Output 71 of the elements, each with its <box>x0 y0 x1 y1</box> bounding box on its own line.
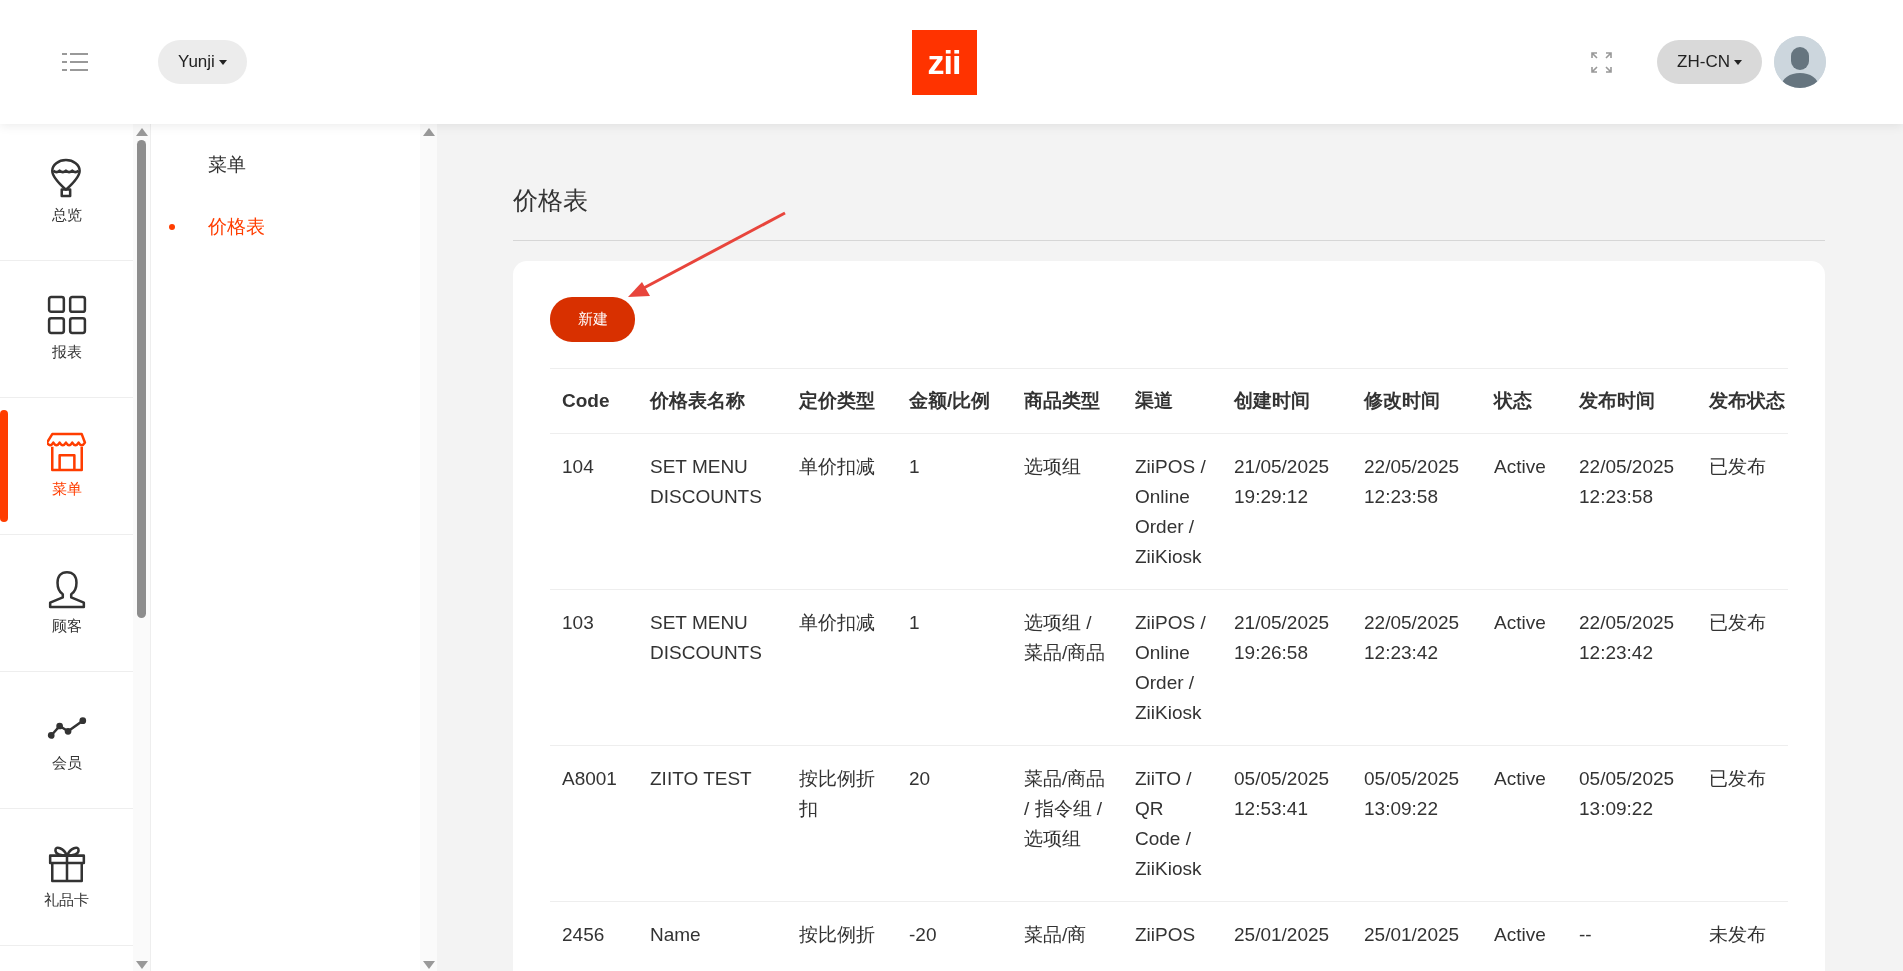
table-cell: 未发布 <box>1697 901 1788 950</box>
column-header: 价格表名称 <box>638 368 787 433</box>
table-cell: 已发布 <box>1697 589 1788 745</box>
column-header: 商品类型 <box>1012 368 1123 433</box>
table-cell: 25/01/2025 <box>1222 901 1352 950</box>
table-cell: -- <box>1567 901 1697 950</box>
table-cell: 按比例折 <box>787 901 897 950</box>
scrollbar[interactable] <box>133 124 150 971</box>
table-cell: 22/05/2025 12:23:58 <box>1567 433 1697 589</box>
table-cell: ZiiTO / QR Code / ZiiKiosk <box>1123 745 1222 901</box>
table-cell: ZIITO TEST <box>638 745 787 901</box>
table-cell: ZiiPOS <box>1123 901 1222 950</box>
table-cell: 20 <box>897 745 1012 901</box>
table-cell: 05/05/2025 12:53:41 <box>1222 745 1352 901</box>
sidebar-item[interactable]: 菜单 <box>0 398 133 535</box>
grid-icon <box>46 294 87 335</box>
table-cell: 22/05/2025 12:23:42 <box>1567 589 1697 745</box>
person-icon <box>46 568 87 609</box>
table-cell: SET MENU DISCOUNTS <box>638 589 787 745</box>
table-cell: ZiiPOS / Online Order / ZiiKiosk <box>1123 589 1222 745</box>
avatar-icon[interactable] <box>1774 36 1826 88</box>
table-cell: 22/05/2025 12:23:42 <box>1352 589 1482 745</box>
table-cell: 21/05/2025 19:29:12 <box>1222 433 1352 589</box>
language-dropdown[interactable]: ZH-CN <box>1657 40 1762 84</box>
table-cell: 单价扣减 <box>787 589 897 745</box>
table-cell: 1 <box>897 589 1012 745</box>
table-cell: 05/05/2025 13:09:22 <box>1352 745 1482 901</box>
column-header: 定价类型 <box>787 368 897 433</box>
scrollbar[interactable] <box>420 124 437 971</box>
table-cell: 103 <box>550 589 638 745</box>
logo: zii <box>911 29 977 95</box>
table-cell: Active <box>1482 745 1567 901</box>
new-button[interactable]: 新建 <box>550 296 635 342</box>
column-header: 创建时间 <box>1222 368 1352 433</box>
table-cell: 22/05/2025 12:23:58 <box>1352 433 1482 589</box>
table-cell: 已发布 <box>1697 433 1788 589</box>
table-cell: 选项组 <box>1012 433 1123 589</box>
table-cell: Active <box>1482 589 1567 745</box>
column-header: 状态 <box>1482 368 1567 433</box>
table-cell: Name <box>638 901 787 950</box>
table-cell: SET MENU DISCOUNTS <box>638 433 787 589</box>
table-cell: 2456 <box>550 901 638 950</box>
column-header: 金额/比例 <box>897 368 1012 433</box>
fullscreen-icon[interactable] <box>1591 51 1613 73</box>
table-cell: 已发布 <box>1697 745 1788 901</box>
page-title: 价格表 <box>513 182 1825 241</box>
storefront-icon <box>46 431 87 472</box>
table-cell: -20 <box>897 901 1012 950</box>
column-header: 渠道 <box>1123 368 1222 433</box>
table-cell: 按比例折扣 <box>787 745 897 901</box>
table-cell: 单价扣减 <box>787 433 897 589</box>
column-header: 发布时间 <box>1567 368 1697 433</box>
table-cell: 104 <box>550 433 638 589</box>
column-header: 发布状态 <box>1697 368 1788 433</box>
table-cell: ZiiPOS / Online Order / ZiiKiosk <box>1123 433 1222 589</box>
column-header: Code <box>550 368 638 433</box>
table-cell: 21/05/2025 19:26:58 <box>1222 589 1352 745</box>
table-cell: 选项组 / 菜品/商品 <box>1012 589 1123 745</box>
column-header: 修改时间 <box>1352 368 1482 433</box>
table-cell: 05/05/2025 13:09:22 <box>1567 745 1697 901</box>
table-cell: Active <box>1482 901 1567 950</box>
submenu-item[interactable]: 菜单 <box>151 134 420 196</box>
table-cell: 菜品/商品 / 指令组 / 选项组 <box>1012 745 1123 901</box>
store-dropdown[interactable]: Yunji <box>158 40 247 84</box>
table-cell: 25/01/2025 <box>1352 901 1482 950</box>
table-cell: A8001 <box>550 745 638 901</box>
table-cell: 菜品/商 <box>1012 901 1123 950</box>
table-cell: Active <box>1482 433 1567 589</box>
submenu-item[interactable]: 价格表 <box>151 196 420 258</box>
menu-icon[interactable] <box>62 53 88 71</box>
table-cell: 1 <box>897 433 1012 589</box>
